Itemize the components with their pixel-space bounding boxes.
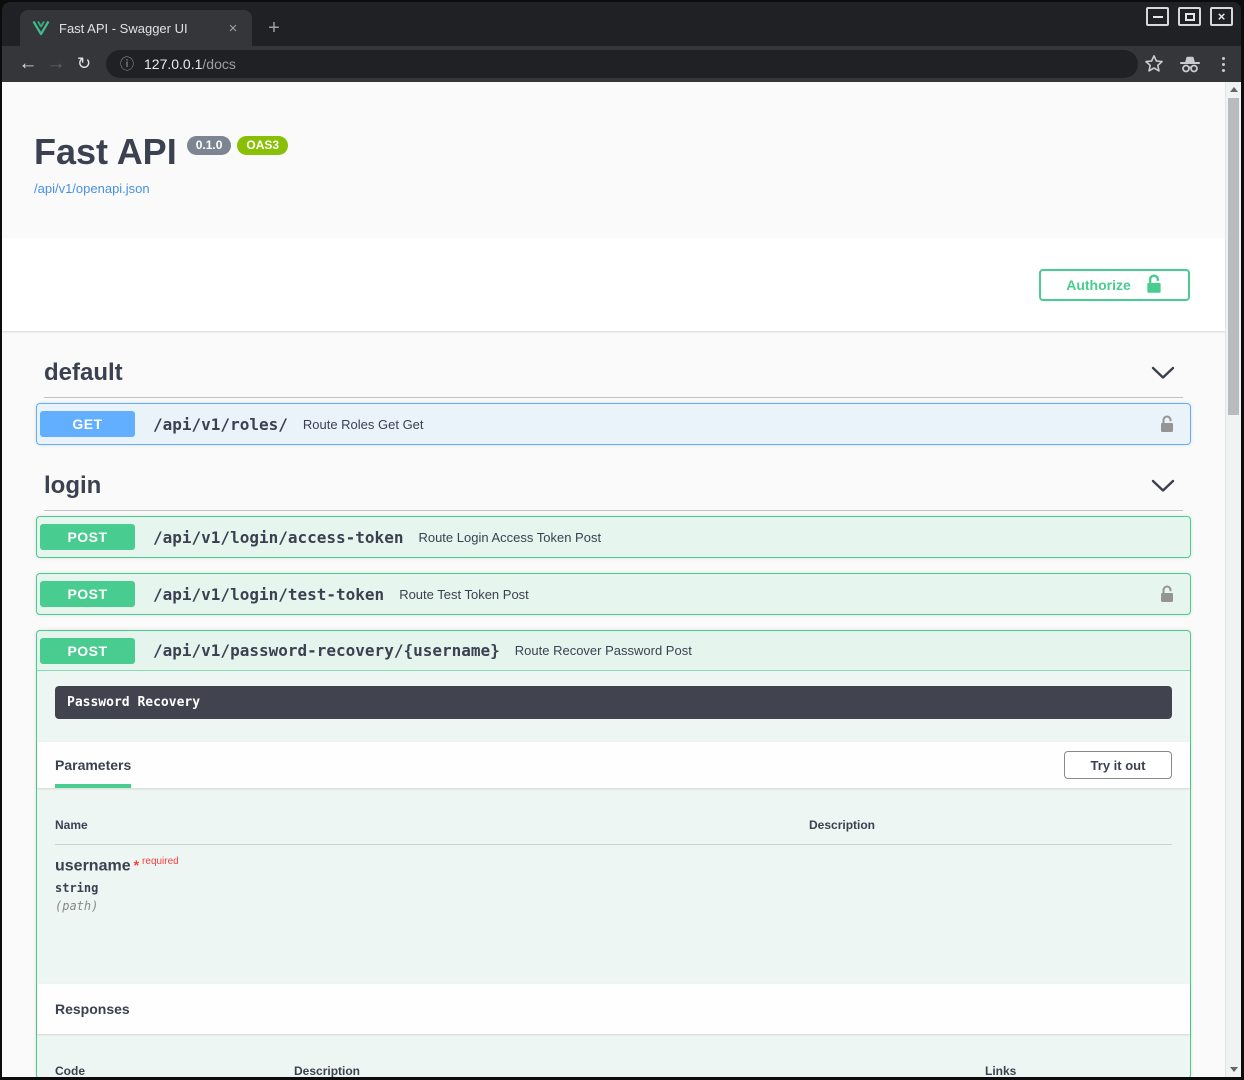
auth-lock-icon[interactable] — [1159, 415, 1175, 434]
url-path: /docs — [202, 56, 235, 72]
required-asterisk: * — [134, 857, 139, 873]
operation-path: /api/v1/login/test-token — [153, 585, 384, 604]
operation-summary[interactable]: POST /api/v1/login/access-token Route Lo… — [37, 517, 1190, 557]
swagger-favicon-icon — [32, 20, 50, 36]
new-tab-button[interactable]: + — [260, 14, 288, 42]
api-info: Fast API 0.1.0 OAS3 — [2, 82, 1225, 172]
responses-title: Responses — [55, 1001, 130, 1017]
response-links-header: Links — [985, 1064, 1016, 1077]
page-title: Fast API — [34, 132, 177, 172]
method-badge: GET — [40, 411, 135, 437]
swagger-page: Fast API 0.1.0 OAS3 /api/v1/openapi.json… — [2, 82, 1241, 1077]
parameter-name: username — [55, 857, 131, 874]
bookmark-star-icon[interactable] — [1144, 54, 1164, 74]
required-label: required — [142, 856, 179, 867]
param-name-header: Name — [55, 818, 809, 832]
operation-path: /api/v1/password-recovery/{username} — [153, 641, 500, 660]
try-it-out-button[interactable]: Try it out — [1064, 751, 1172, 779]
unlock-icon — [1145, 274, 1163, 295]
authorize-button[interactable]: Authorize — [1039, 269, 1190, 301]
tab-close-icon[interactable]: × — [224, 19, 242, 37]
scrollbar-down-arrow-icon[interactable] — [1226, 1062, 1241, 1077]
page-scrollbar[interactable] — [1225, 82, 1241, 1077]
parameters-table: Name Description username*required strin… — [37, 788, 1190, 984]
browser-window: Fast API - Swagger UI × + × ← → ↻ ⓘ 127.… — [0, 0, 1244, 1080]
incognito-icon[interactable] — [1178, 54, 1202, 74]
tag-label: login — [44, 472, 101, 500]
tag-section-login[interactable]: login — [44, 472, 1183, 511]
response-description-header: Description — [294, 1064, 985, 1077]
opblock-password-recovery: POST /api/v1/password-recovery/{username… — [36, 630, 1191, 1077]
site-info-icon[interactable]: ⓘ — [120, 54, 134, 74]
parameters-section-header: Parameters Try it out — [37, 742, 1190, 788]
operation-description-bar: Password Recovery — [55, 686, 1172, 719]
address-bar[interactable]: ⓘ 127.0.0.1 /docs — [106, 50, 1138, 78]
operation-summary-text: Route Roles Get Get — [303, 417, 424, 432]
parameter-row: username*required string (path) — [55, 856, 1172, 913]
openapi-spec-link[interactable]: /api/v1/openapi.json — [34, 181, 150, 196]
tag-label: default — [44, 359, 123, 387]
method-badge: POST — [40, 581, 135, 607]
operation-summary[interactable]: POST /api/v1/password-recovery/{username… — [37, 631, 1190, 671]
scrollbar-thumb[interactable] — [1228, 98, 1239, 415]
close-icon: × — [1218, 10, 1226, 23]
operation-summary-text: Route Test Token Post — [399, 587, 529, 602]
authorize-label: Authorize — [1066, 277, 1131, 293]
scrollbar-up-arrow-icon[interactable] — [1226, 82, 1241, 97]
maximize-icon — [1185, 13, 1195, 21]
tab-parameters: Parameters — [55, 742, 131, 788]
back-icon[interactable]: ← — [14, 50, 42, 78]
operation-path: /api/v1/roles/ — [153, 415, 288, 434]
operation-summary-text: Route Login Access Token Post — [418, 530, 601, 545]
maximize-button[interactable] — [1178, 7, 1201, 26]
minimize-icon — [1153, 16, 1163, 18]
tab-title: Fast API - Swagger UI — [59, 21, 224, 36]
reload-icon[interactable]: ↻ — [70, 50, 98, 78]
operation-summary[interactable]: POST /api/v1/login/test-token Route Test… — [37, 574, 1190, 614]
operation-summary-text: Route Recover Password Post — [515, 643, 692, 658]
scheme-container: Authorize — [2, 238, 1225, 331]
responses-table: Code Description Links — [37, 1034, 1190, 1077]
opblock-roles-get: GET /api/v1/roles/ Route Roles Get Get — [36, 403, 1191, 445]
method-badge: POST — [40, 524, 135, 550]
responses-section-header: Responses — [37, 984, 1190, 1034]
operation-path: /api/v1/login/access-token — [153, 528, 403, 547]
opblock-access-token: POST /api/v1/login/access-token Route Lo… — [36, 516, 1191, 558]
menu-icon[interactable] — [1216, 57, 1231, 72]
browser-toolbar: ← → ↻ ⓘ 127.0.0.1 /docs — [2, 46, 1241, 82]
close-button[interactable]: × — [1210, 7, 1233, 26]
minimize-button[interactable] — [1146, 7, 1169, 26]
parameters-tab-label: Parameters — [55, 757, 131, 773]
parameter-location: (path) — [55, 899, 1172, 913]
chevron-down-icon[interactable] — [1151, 479, 1175, 493]
tab-strip: Fast API - Swagger UI × + × — [2, 2, 1241, 46]
chevron-down-icon[interactable] — [1151, 366, 1175, 380]
oas3-badge: OAS3 — [237, 136, 288, 155]
param-description-header: Description — [809, 818, 875, 832]
response-code-header: Code — [55, 1064, 294, 1077]
forward-icon[interactable]: → — [42, 50, 70, 78]
tag-section-default[interactable]: default — [44, 359, 1183, 398]
operation-summary[interactable]: GET /api/v1/roles/ Route Roles Get Get — [37, 404, 1190, 444]
auth-lock-icon[interactable] — [1159, 585, 1175, 604]
method-badge: POST — [40, 638, 135, 664]
opblock-test-token: POST /api/v1/login/test-token Route Test… — [36, 573, 1191, 615]
parameter-type: string — [55, 881, 1172, 895]
browser-tab[interactable]: Fast API - Swagger UI × — [20, 10, 252, 46]
version-badge: 0.1.0 — [187, 136, 232, 155]
operation-description: Password Recovery — [67, 695, 200, 710]
url-host: 127.0.0.1 — [144, 56, 202, 72]
